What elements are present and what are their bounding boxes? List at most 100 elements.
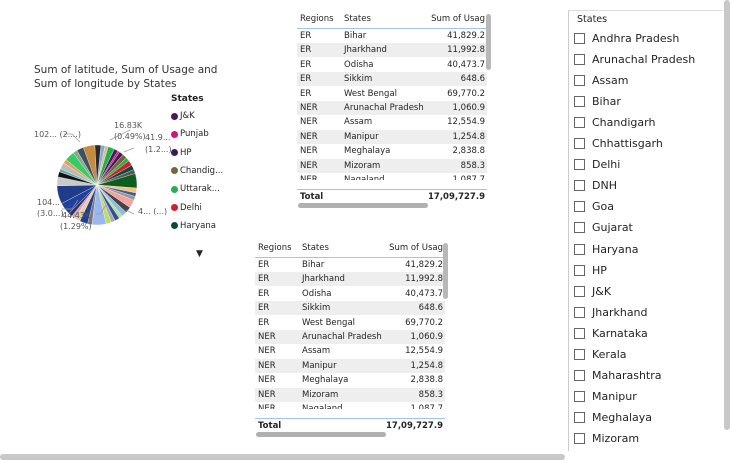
checkbox[interactable] xyxy=(574,53,585,65)
slicer-item[interactable]: Assam xyxy=(574,71,628,89)
checkbox[interactable] xyxy=(574,159,585,171)
cell-state: Assam xyxy=(344,117,373,128)
table-row[interactable]: NER Meghalaya 2,838.8 xyxy=(255,373,445,387)
total-value: 17,09,727.9 xyxy=(385,421,443,431)
table-row[interactable]: NER Assam 12,554.9 xyxy=(255,344,445,358)
checkbox[interactable] xyxy=(574,370,585,382)
checkbox[interactable] xyxy=(574,138,585,149)
table-row[interactable]: ER Jharkhand 11,992.8 xyxy=(255,272,445,287)
slicer-item-label: Andhra Pradesh xyxy=(592,31,680,45)
slicer-item[interactable]: Manipur xyxy=(574,388,637,406)
slicer-item[interactable]: Kerala xyxy=(574,346,627,364)
slicer-item[interactable]: Bihar xyxy=(574,92,621,110)
checkbox[interactable] xyxy=(574,349,585,360)
slicer-item[interactable]: Jharkhand xyxy=(574,303,648,321)
cell-region: ER xyxy=(300,88,312,99)
table-visual[interactable]: Regions States Sum of Usag ER Bihar 41,8… xyxy=(255,241,445,437)
legend-item[interactable]: Haryana xyxy=(171,220,216,232)
column-header-regions[interactable]: Regions xyxy=(300,14,334,24)
data-label: 16.83K xyxy=(114,121,143,130)
column-header-states[interactable]: States xyxy=(344,14,371,24)
table-row[interactable]: ER Sikkim 648.6 xyxy=(297,72,487,87)
checkbox[interactable] xyxy=(574,243,585,255)
legend-item[interactable]: Uttarak... xyxy=(171,183,220,195)
leader-line xyxy=(123,147,135,153)
slicer-item[interactable]: Arunachal Pradesh xyxy=(574,50,695,68)
slicer-item[interactable]: Chandigarh xyxy=(574,113,655,131)
checkbox[interactable] xyxy=(574,391,585,403)
checkbox[interactable] xyxy=(574,32,585,44)
table-row[interactable]: NER Arunachal Pradesh 1,060.9 xyxy=(297,101,487,115)
table-row[interactable]: ER Jharkhand 11,992.8 xyxy=(297,43,487,58)
checkbox[interactable] xyxy=(574,201,585,213)
slicer-item-label: Bihar xyxy=(592,94,621,108)
legend-item[interactable]: J&K xyxy=(171,110,195,122)
checkbox[interactable] xyxy=(574,116,585,128)
table-row[interactable]: ER West Bengal 69,770.2 xyxy=(297,87,487,101)
page-horizontal-scrollbar[interactable] xyxy=(0,454,565,460)
checkbox[interactable] xyxy=(574,222,585,234)
cell-usage: 2,838.8 xyxy=(410,375,443,386)
slicer-item[interactable]: HP xyxy=(574,261,607,279)
cell-state: Arunachal Pradesh xyxy=(344,103,424,113)
table-vertical-scrollbar[interactable] xyxy=(486,14,491,70)
legend-item[interactable]: Delhi xyxy=(171,202,202,214)
states-slicer[interactable]: States Andhra Pradesh Arunachal Pradesh As… xyxy=(568,10,723,451)
table-row[interactable]: ER Sikkim 648.6 xyxy=(255,301,445,316)
slicer-item[interactable]: Goa xyxy=(574,198,614,216)
cell-state: Assam xyxy=(302,346,331,357)
checkbox[interactable] xyxy=(574,306,585,318)
slicer-item[interactable]: Delhi xyxy=(574,156,620,174)
legend-item[interactable]: HP xyxy=(171,147,192,159)
table-row[interactable]: NER Meghalaya 2,838.8 xyxy=(297,144,487,158)
checkbox[interactable] xyxy=(574,74,585,86)
checkbox[interactable] xyxy=(574,95,585,107)
legend-item[interactable]: Punjab xyxy=(171,128,209,140)
column-header-states[interactable]: States xyxy=(302,243,329,253)
caret-down-icon[interactable]: ▼ xyxy=(196,249,203,259)
checkbox[interactable] xyxy=(574,412,585,424)
column-header-sum-of-usage[interactable]: Sum of Usag xyxy=(389,243,443,253)
table-horizontal-scrollbar[interactable] xyxy=(298,203,428,208)
table-row[interactable]: ER Odisha 40,473.7 xyxy=(297,58,487,72)
table-row[interactable]: NER Arunachal Pradesh 1,060.9 xyxy=(255,330,445,344)
slicer-item[interactable]: Karnataka xyxy=(574,324,648,342)
table-row[interactable]: ER Bihar 41,829.2 xyxy=(255,258,445,272)
slicer-item[interactable]: Andhra Pradesh xyxy=(574,29,679,47)
slicer-item[interactable]: DNH xyxy=(574,177,617,195)
column-header-sum-of-usage[interactable]: Sum of Usag xyxy=(431,14,485,24)
slicer-item[interactable]: Meghalaya xyxy=(574,409,652,427)
table-row[interactable]: NER Nagaland 1,087.7 xyxy=(255,402,445,409)
legend-item[interactable]: Chandig... xyxy=(171,165,223,177)
slicer-item[interactable]: Gujarat xyxy=(574,219,633,237)
slicer-item[interactable]: J&K xyxy=(574,282,611,300)
table-horizontal-scrollbar[interactable] xyxy=(256,432,386,437)
column-header-regions[interactable]: Regions xyxy=(258,243,292,253)
table-row[interactable]: NER Manipur 1,254.8 xyxy=(255,358,445,373)
slicer-item[interactable]: Haryana xyxy=(574,240,639,258)
cell-usage: 2,838.8 xyxy=(452,146,485,157)
slicer-item[interactable]: Mizoram xyxy=(574,430,639,448)
cell-usage: 1,060.9 xyxy=(410,332,443,342)
checkbox[interactable] xyxy=(574,285,585,297)
checkbox[interactable] xyxy=(574,327,585,339)
checkbox[interactable] xyxy=(574,264,585,276)
checkbox[interactable] xyxy=(574,433,585,445)
table-row[interactable]: ER West Bengal 69,770.2 xyxy=(255,316,445,330)
slicer-scrollbar[interactable] xyxy=(724,0,730,430)
legend-dot-icon xyxy=(171,149,178,157)
table-vertical-scrollbar[interactable] xyxy=(443,243,448,299)
table-row[interactable]: ER Odisha 40,473.7 xyxy=(255,287,445,301)
table-row[interactable]: NER Mizoram 858.3 xyxy=(297,158,487,173)
slicer-item[interactable]: Chhattisgarh xyxy=(574,135,663,153)
table-row[interactable]: ER Bihar 41,829.2 xyxy=(297,29,487,43)
table-header: Regions States Sum of Usag xyxy=(255,241,445,258)
table-row[interactable]: NER Mizoram 858.3 xyxy=(255,387,445,402)
table-row[interactable]: NER Assam 12,554.9 xyxy=(297,115,487,129)
table-visual[interactable]: Regions States Sum of Usag ER Bihar 41,8… xyxy=(297,12,487,208)
table-row[interactable]: NER Manipur 1,254.8 xyxy=(297,129,487,144)
table-row[interactable]: NER Nagaland 1,087.7 xyxy=(297,173,487,180)
cell-state: Odisha xyxy=(302,288,332,299)
slicer-item[interactable]: Maharashtra xyxy=(574,367,662,385)
checkbox[interactable] xyxy=(574,180,585,192)
